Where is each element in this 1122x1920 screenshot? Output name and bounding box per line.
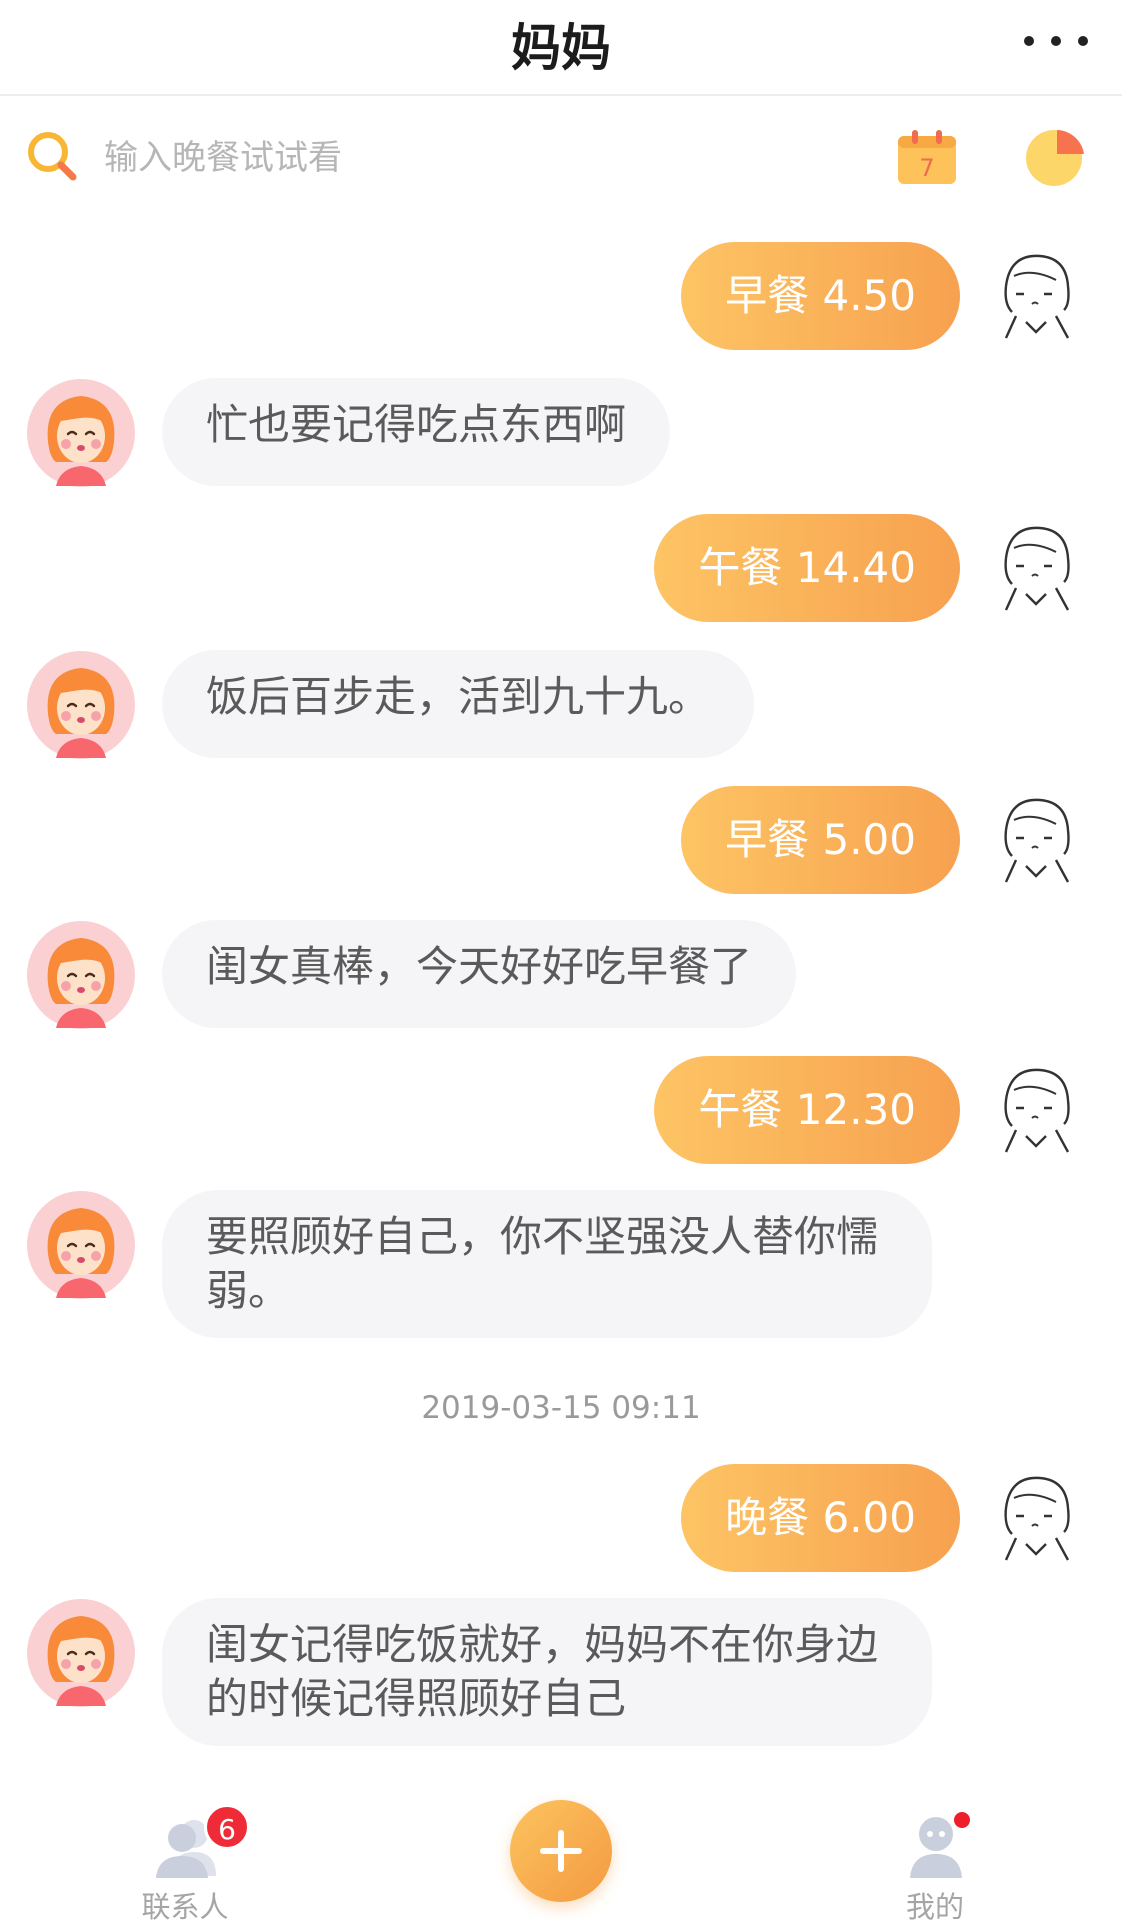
- search-input[interactable]: [104, 128, 844, 188]
- meal-record-bubble[interactable]: 午餐 14.40: [654, 514, 960, 622]
- calendar-icon[interactable]: 7: [896, 128, 958, 186]
- mom-message-bubble: 忙也要记得吃点东西啊: [162, 378, 671, 486]
- header: 妈妈: [0, 0, 1122, 96]
- mom-avatar[interactable]: [26, 650, 136, 760]
- user-avatar[interactable]: [986, 1060, 1086, 1160]
- mom-avatar[interactable]: [26, 1598, 136, 1708]
- meal-record-bubble[interactable]: 午餐 12.30: [654, 1056, 960, 1164]
- user-avatar[interactable]: [986, 518, 1086, 618]
- statistics-pie-icon[interactable]: [1024, 126, 1086, 188]
- mom-message-bubble: 闺女记得吃饭就好，妈妈不在你身边的时候记得照顾好自己: [162, 1598, 932, 1746]
- meal-record-bubble[interactable]: 早餐 4.50: [681, 242, 960, 350]
- search-bar: 7: [0, 98, 1122, 218]
- chat-screen: 妈妈 7 早餐 4.50: [0, 0, 1122, 1920]
- tab-label: 联系人: [141, 1890, 229, 1920]
- mom-message-bubble: 闺女真棒，今天好好吃早餐了: [162, 920, 797, 1028]
- mom-avatar[interactable]: [26, 1190, 136, 1300]
- calendar-day: 7: [919, 154, 934, 182]
- bottom-tab-bar: 6 联系人 我的: [0, 1790, 1122, 1920]
- tab-label: 我的: [905, 1890, 964, 1920]
- mom-avatar[interactable]: [26, 378, 136, 488]
- meal-record-bubble[interactable]: 晚餐 6.00: [681, 1464, 960, 1572]
- page-title: 妈妈: [511, 19, 611, 77]
- unread-badge: 6: [204, 1804, 250, 1850]
- add-record-button[interactable]: [510, 1800, 612, 1902]
- user-avatar[interactable]: [986, 1468, 1086, 1568]
- mom-message-bubble: 饭后百步走，活到九十九。: [162, 650, 755, 758]
- user-avatar[interactable]: [986, 790, 1086, 890]
- tab-mine[interactable]: 我的: [880, 1810, 990, 1920]
- search-icon[interactable]: [26, 130, 80, 184]
- mom-avatar[interactable]: [26, 920, 136, 1030]
- notification-dot: [952, 1810, 972, 1830]
- message-timestamp: 2019-03-15 09:11: [421, 1390, 701, 1426]
- user-avatar[interactable]: [986, 246, 1086, 346]
- meal-record-bubble[interactable]: 早餐 5.00: [681, 786, 960, 894]
- mom-message-bubble: 要照顾好自己，你不坚强没人替你懦弱。: [162, 1190, 932, 1338]
- more-options-icon[interactable]: [1024, 24, 1088, 58]
- tab-contacts[interactable]: 6 联系人: [130, 1804, 250, 1920]
